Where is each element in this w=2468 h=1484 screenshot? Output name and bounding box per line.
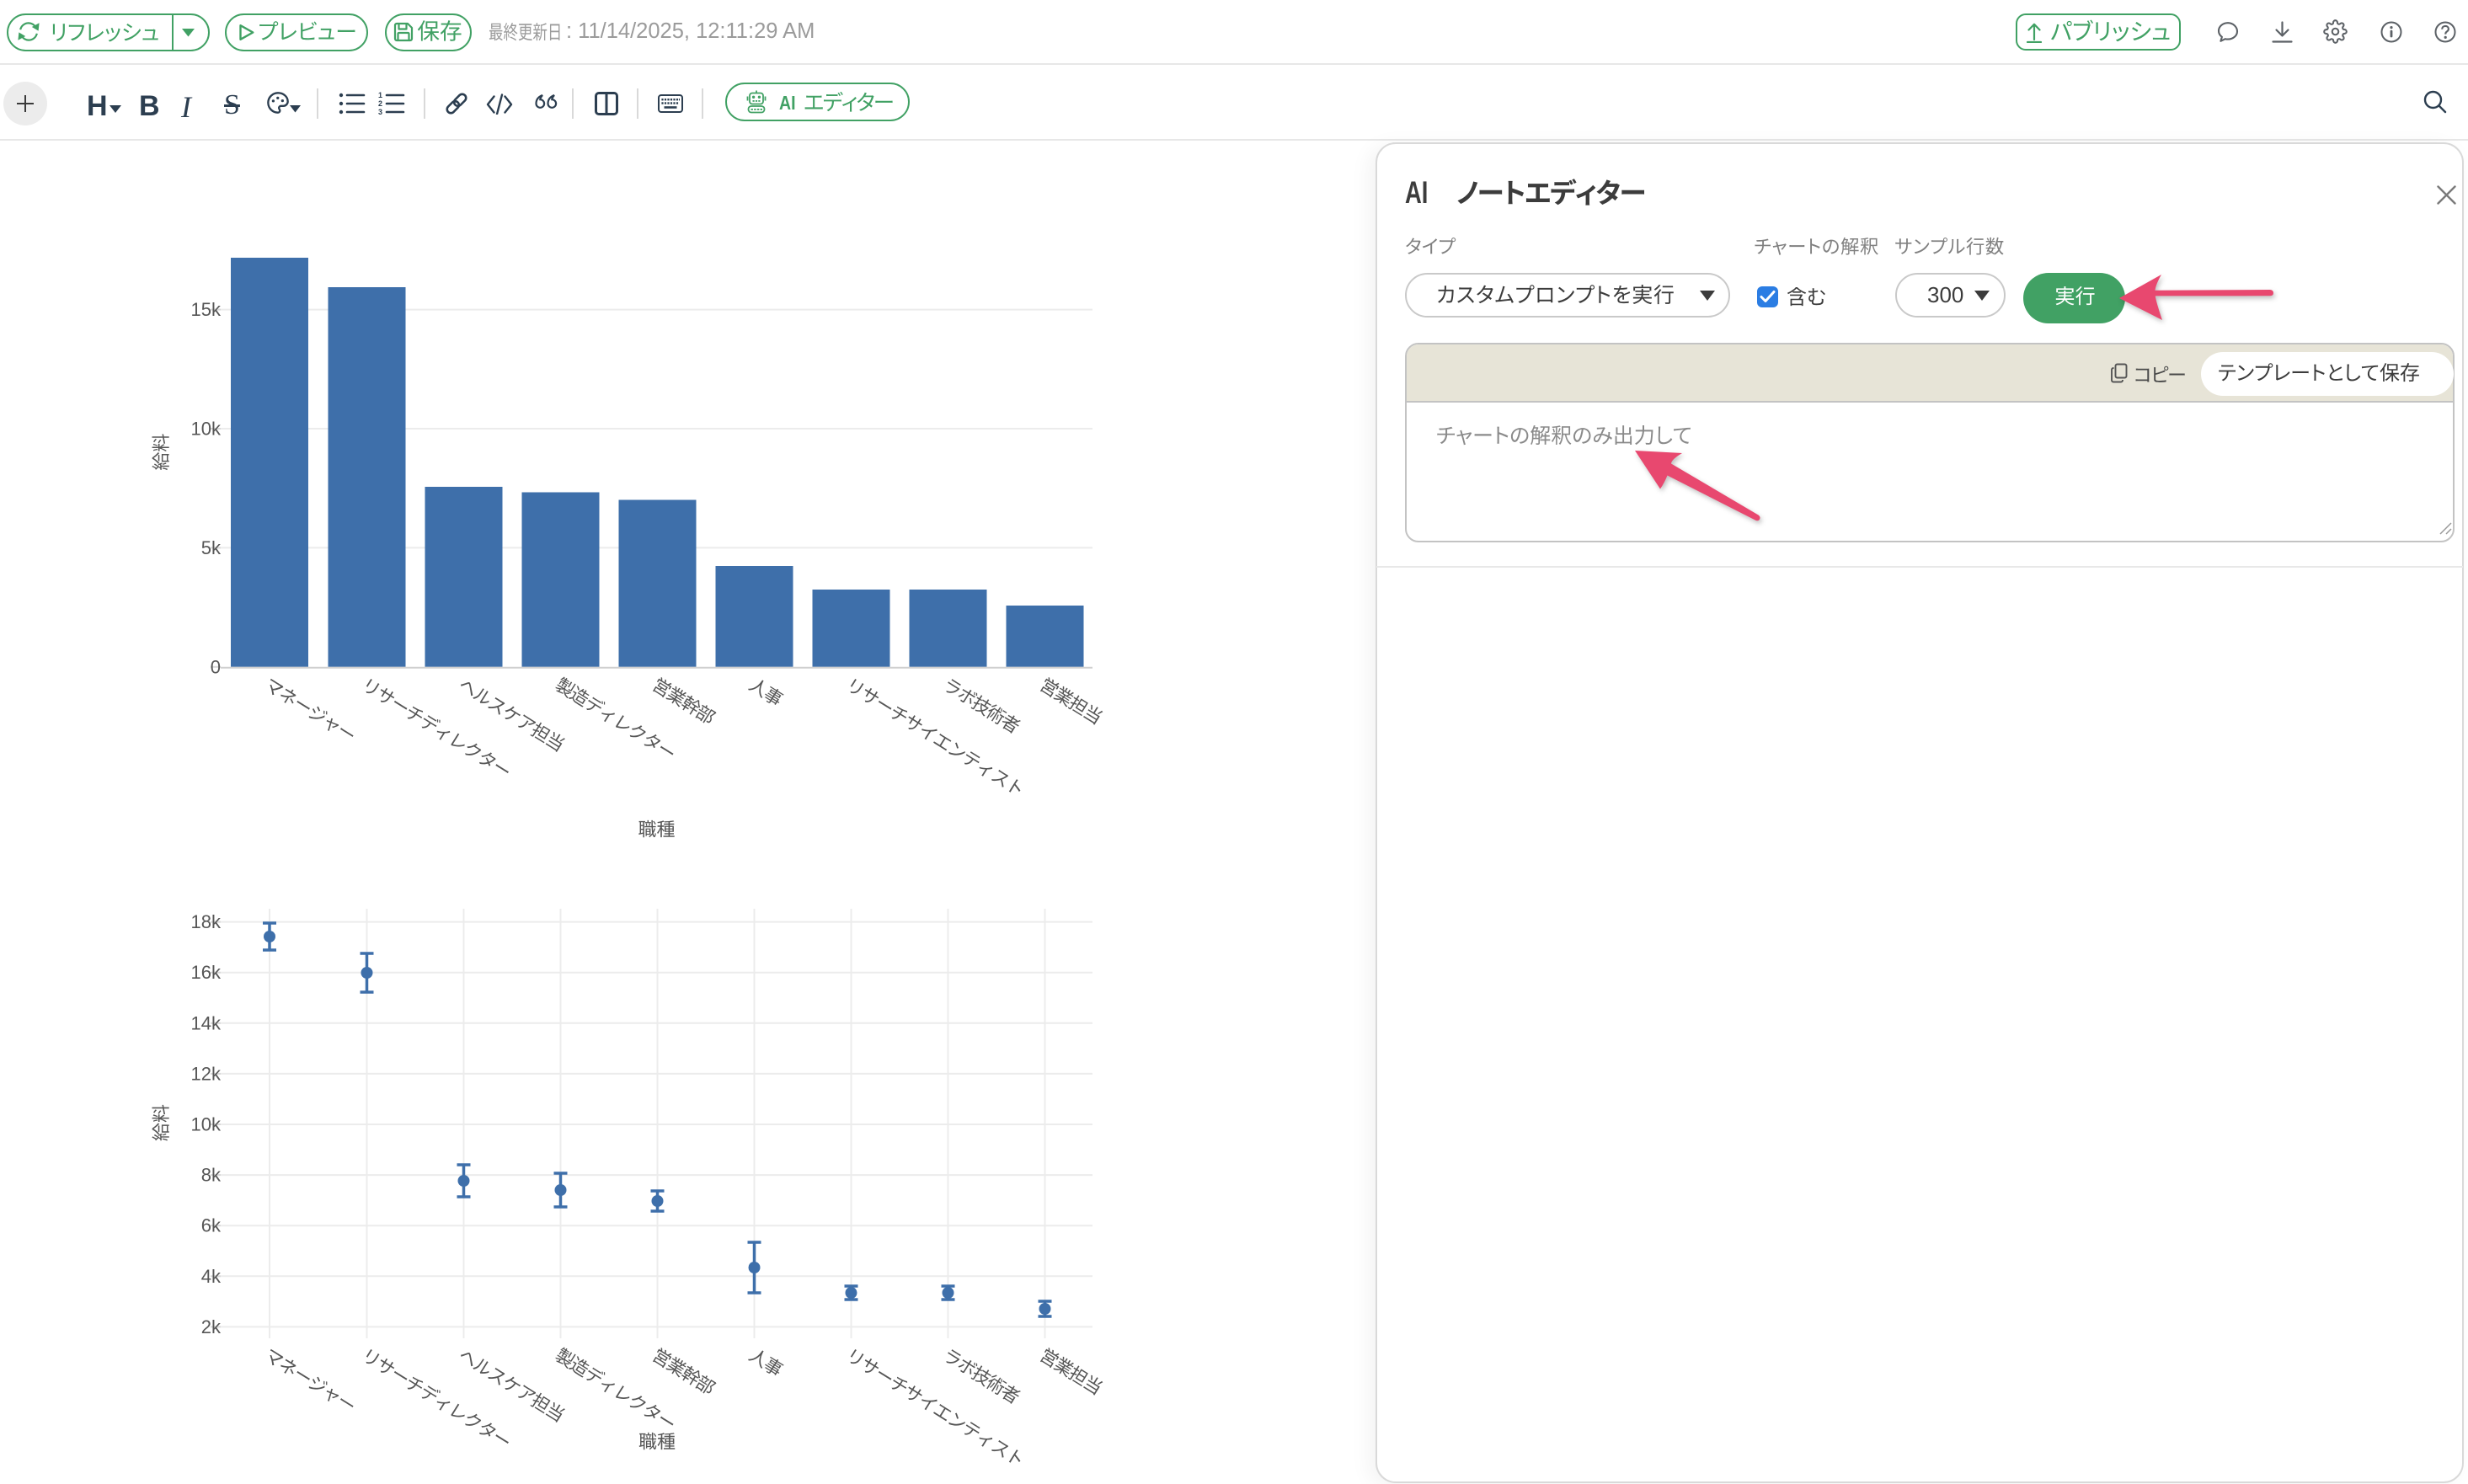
svg-text:8k: 8k (201, 1165, 222, 1186)
svg-text:14k: 14k (191, 1012, 222, 1033)
svg-text:12k: 12k (191, 1063, 222, 1084)
svg-text:15k: 15k (191, 299, 222, 320)
svg-text:18k: 18k (191, 911, 222, 932)
svg-text:2k: 2k (201, 1316, 222, 1337)
svg-text:6k: 6k (201, 1215, 222, 1236)
svg-text:16k: 16k (191, 962, 222, 983)
svg-text:5k: 5k (201, 537, 222, 558)
svg-text:0: 0 (211, 656, 221, 677)
svg-text:4k: 4k (201, 1266, 222, 1287)
svg-text:10k: 10k (191, 1114, 222, 1135)
svg-text:10k: 10k (191, 419, 222, 440)
